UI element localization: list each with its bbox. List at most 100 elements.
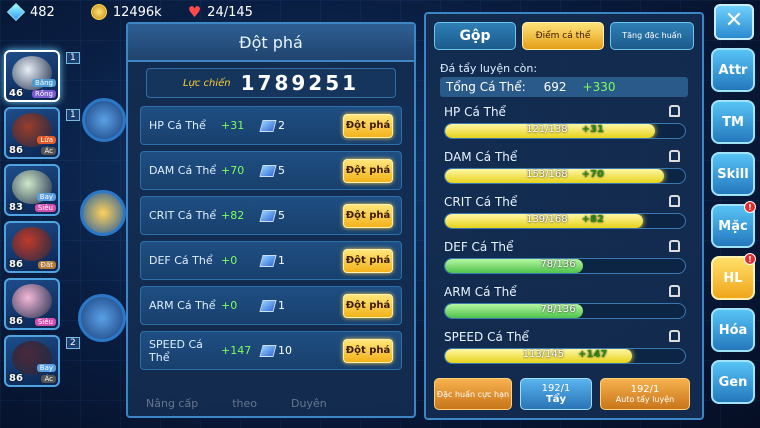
stat-bonus: +82 [221,209,245,222]
stone-count: 5 [278,209,285,222]
power-label: Lực chiến [182,77,231,89]
reroll-button[interactable]: 192/1 Tẩy [520,378,592,410]
auto-reroll-count: 192/1 [630,384,660,395]
team-list: 46 Băng Rồng 1 86 Lửa Ác 1 83 Bay Siêu 86 Đất 86 Siêu 8… [4,50,80,392]
monster-portrait [12,227,52,261]
stat-bar-text: 121/138 +31 [526,124,604,135]
stat-bar: 139/168 +82 [444,213,686,229]
stat-name: SPEED Cá Thể [149,337,203,364]
type-badge: Bay [36,364,56,372]
monster-level: 86 [9,259,23,270]
stat-name: DEF Cá Thể [444,240,514,254]
tab-upgrade[interactable]: Nâng cấp [146,397,198,410]
type-badge: Bay [36,193,56,201]
type-badge: Ác [41,147,56,155]
nav-button-gen[interactable]: Gen [711,360,755,404]
breakthrough-row: DEF Cá Thể +0 1 Đột phá [140,241,402,280]
nav-button-attr[interactable]: Attr [711,48,755,92]
lock-icon[interactable] [669,105,680,117]
stat-bar: 78/136 [444,303,686,319]
close-icon[interactable]: ✕ [714,4,754,40]
tab-bond[interactable]: Duyên [291,397,327,410]
stat-bar: 153/168 +70 [444,168,686,184]
monster-portrait [12,284,52,318]
stone-icon [259,209,277,222]
team-member-card[interactable]: 86 Lửa Ác [4,107,60,159]
lock-icon[interactable] [669,285,680,297]
stone-count: 1 [278,299,285,312]
stat-list: HP Cá Thể 121/138 +31 DAM Cá Thể 153/168 +… [426,103,702,373]
coin-icon [90,4,107,20]
stone-icon [259,344,277,357]
tab-individual-points[interactable]: Điểm cá thể [522,22,605,50]
breakthrough-list: HP Cá Thể +31 2 Đột phá DAM Cá Thể +70 5… [128,106,414,370]
stat-row: ARM Cá Thể 78/136 [444,283,686,328]
gems-counter: 482 [6,2,55,22]
stamina-counter: ♥ 24/145 [188,4,253,20]
stat-row: DEF Cá Thể 78/136 [444,238,686,283]
stat-row: SPEED Cá Thể 113/145 +147 [444,328,686,373]
stat-bar-text: 153/168 +70 [526,169,604,180]
breakthrough-button[interactable]: Đột phá [343,293,393,318]
nav-button-tm[interactable]: TM [711,100,755,144]
lock-icon[interactable] [669,240,680,252]
total-bonus: +330 [582,80,616,94]
resource-bar: 482 12496k ♥ 24/145 [6,2,253,22]
gem-icon [6,2,26,22]
remaining-label: Đá tẩy luyện còn: [440,62,538,75]
nav-button-skill[interactable]: Skill [711,152,755,196]
nav-button-hl[interactable]: HL! [711,253,756,300]
total-label: Tổng Cá Thể: [446,80,526,94]
type-badge: Lửa [37,136,56,144]
right-nav: ✕ Attr TM Skill Mặc! HL! Hóa Gen [708,0,758,404]
type-badge: Ác [41,375,56,383]
type-badge: Siêu [34,204,56,212]
stat-row: CRIT Cá Thể 139/168 +82 [444,193,686,238]
stat-bonus: +0 [221,254,238,267]
team-member-card[interactable]: 46 Băng Rồng [4,50,60,102]
tab-merge[interactable]: Gộp [434,22,517,50]
auto-reroll-button[interactable]: 192/1 Auto tẩy luyện [600,378,690,410]
breakthrough-button[interactable]: Đột phá [343,113,393,138]
tab-special-training[interactable]: Tăng đặc huấn [610,22,694,50]
monster-level: 86 [9,145,23,156]
breakthrough-row: CRIT Cá Thể +82 5 Đột phá [140,196,402,235]
deco-orb-3 [78,294,126,342]
stat-bar: 121/138 +31 [444,123,686,139]
stone-icon [259,254,277,267]
training-tabs: Gộp Điểm cá thể Tăng đặc huấn [426,14,702,50]
extreme-training-button[interactable]: Đặc huấn cực hạn [434,378,512,410]
stone-icon [259,119,277,132]
breakthrough-button[interactable]: Đột phá [343,203,393,228]
stat-bar-text: 139/168 +82 [526,214,604,225]
stat-bonus: +70 [221,164,245,177]
alert-badge: ! [744,201,756,213]
stat-name: CRIT Cá Thể [444,195,518,209]
team-member-card[interactable]: 86 Siêu [4,278,60,330]
team-member-card[interactable]: 86 Đất [4,221,60,273]
lock-icon[interactable] [669,150,680,162]
lock-icon[interactable] [669,195,680,207]
tab-follow[interactable]: theo [232,397,257,410]
breakthrough-button[interactable]: Đột phá [343,248,393,273]
nav-button-mặc[interactable]: Mặc! [711,201,756,248]
gold-counter: 12496k [90,4,162,20]
lock-icon[interactable] [669,330,680,342]
breakthrough-row: DAM Cá Thể +70 5 Đột phá [140,151,402,190]
stat-name: DAM Cá Thể [444,150,518,164]
stat-name: DAM Cá Thể [149,164,217,177]
team-member-card[interactable]: 86 Bay Ác [4,335,60,387]
nav-button-hóa[interactable]: Hóa [711,308,755,352]
stone-icon [259,299,277,312]
stat-name: HP Cá Thể [149,119,206,132]
team-member-card[interactable]: 83 Bay Siêu [4,164,60,216]
reroll-count: 192/1 [541,383,571,394]
team-slot-number: 1 [66,52,80,64]
stat-bonus: +147 [221,344,252,357]
breakthrough-button[interactable]: Đột phá [343,158,393,183]
breakthrough-button[interactable]: Đột phá [343,338,393,363]
total-row: Tổng Cá Thể: 692 +330 [440,77,688,97]
deco-shield-orb[interactable] [80,190,126,236]
stat-name: ARM Cá Thể [444,285,517,299]
monster-level: 46 [9,88,23,99]
